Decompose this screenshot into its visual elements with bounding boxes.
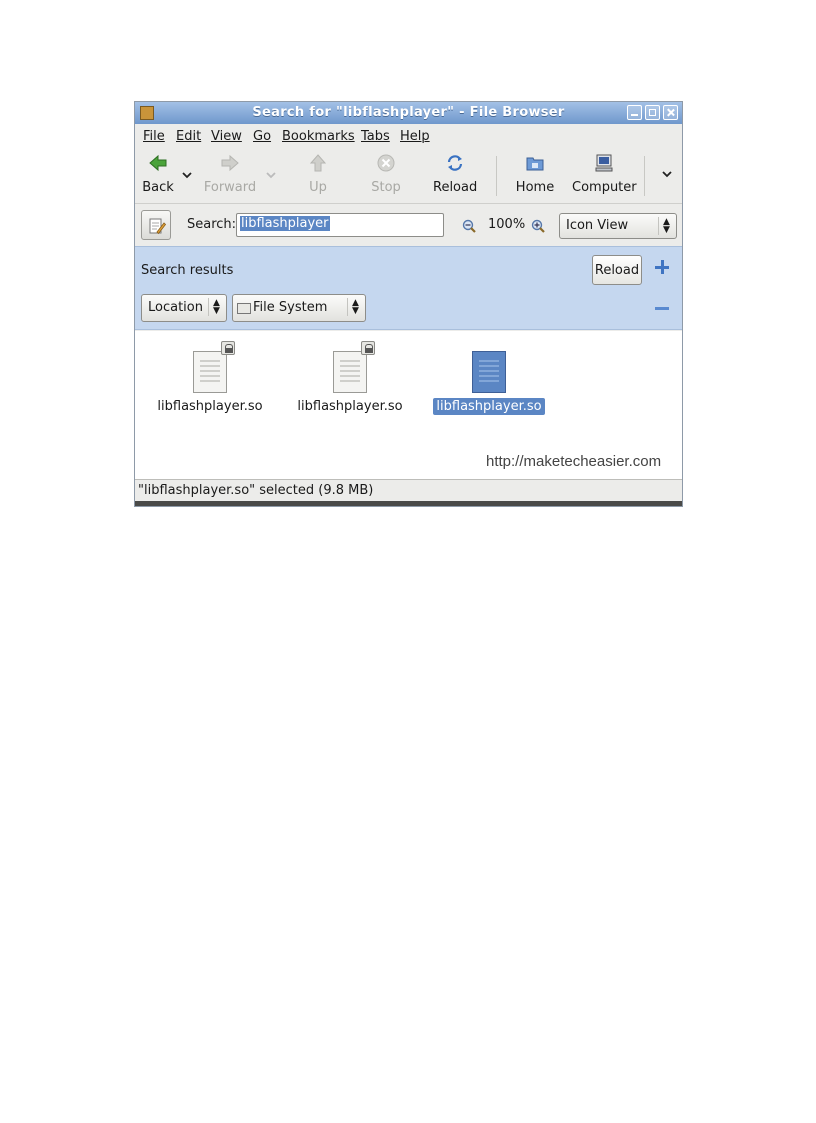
file-item-selected[interactable]: libflashplayer.so bbox=[424, 341, 554, 421]
maximize-button[interactable] bbox=[645, 105, 660, 120]
location-edit-button[interactable] bbox=[141, 210, 171, 240]
search-input[interactable]: libflashplayer bbox=[236, 213, 444, 237]
up-arrow-icon bbox=[309, 154, 327, 172]
menu-edit[interactable]: Edit bbox=[176, 129, 201, 144]
reload-toolbar-button[interactable]: Reload bbox=[433, 154, 477, 198]
zoom-in-icon[interactable] bbox=[531, 219, 545, 233]
status-bar: "libflashplayer.so" selected (9.8 MB) bbox=[135, 479, 682, 501]
menu-go[interactable]: Go bbox=[253, 129, 271, 144]
title-bar[interactable]: Search for "libflashplayer" - File Brows… bbox=[135, 102, 682, 124]
menu-bar: File Edit View Go Bookmarks Tabs Help bbox=[135, 124, 682, 148]
watermark: http://maketecheasier.com bbox=[486, 453, 662, 470]
view-mode-value: Icon View bbox=[566, 218, 629, 233]
criterion-type-value: Location bbox=[148, 300, 203, 315]
shared-library-file-icon bbox=[472, 351, 506, 393]
location-value-updown-icon: ▲ ▼ bbox=[347, 298, 363, 316]
toolbar-separator-2 bbox=[644, 156, 645, 196]
computer-label: Computer bbox=[572, 180, 637, 195]
search-input-value: libflashplayer bbox=[240, 216, 330, 231]
remove-criterion-icon[interactable] bbox=[655, 307, 669, 310]
lock-icon bbox=[361, 341, 375, 355]
menu-help[interactable]: Help bbox=[400, 129, 430, 144]
file-item[interactable]: libflashplayer.so bbox=[145, 341, 275, 421]
reload-toolbar-label: Reload bbox=[433, 180, 478, 195]
minimize-button[interactable] bbox=[627, 105, 642, 120]
home-folder-icon bbox=[526, 157, 544, 171]
shared-library-file-icon bbox=[333, 351, 367, 393]
search-reload-button[interactable]: Reload bbox=[592, 255, 642, 285]
status-text: "libflashplayer.so" selected (9.8 MB) bbox=[138, 483, 374, 498]
location-value: File System bbox=[253, 300, 328, 315]
back-history-chevron-icon[interactable] bbox=[182, 170, 192, 180]
file-name: libflashplayer.so bbox=[424, 398, 554, 415]
toolbar-overflow-chevron-icon[interactable] bbox=[662, 169, 672, 179]
up-button[interactable]: Up bbox=[300, 154, 336, 198]
search-bar: Search: libflashplayer 100% Icon View ▲ ▼ bbox=[135, 205, 682, 245]
forward-label: Forward bbox=[203, 180, 257, 195]
window-title: Search for "libflashplayer" - File Brows… bbox=[252, 105, 565, 120]
file-name: libflashplayer.so bbox=[157, 399, 263, 414]
forward-button[interactable]: Forward bbox=[201, 154, 259, 198]
home-label: Home bbox=[515, 180, 555, 195]
search-label: Search: bbox=[187, 217, 237, 232]
lock-icon bbox=[221, 341, 235, 355]
forward-arrow-icon bbox=[221, 154, 239, 172]
back-label: Back bbox=[142, 180, 174, 195]
home-button[interactable]: Home bbox=[515, 154, 555, 198]
reload-icon bbox=[447, 155, 463, 171]
criterion-type-updown-icon: ▲ ▼ bbox=[208, 298, 224, 316]
stop-label: Stop bbox=[371, 180, 401, 195]
file-icon-view[interactable]: libflashplayer.so libflashplayer.so libf… bbox=[135, 331, 682, 479]
view-select-updown-icon: ▲ ▼ bbox=[658, 217, 674, 235]
search-results-pane: Search results Reload Location ▲ ▼ File S… bbox=[135, 246, 682, 330]
menu-tabs[interactable]: Tabs bbox=[361, 129, 390, 144]
view-mode-select[interactable]: Icon View ▲ ▼ bbox=[559, 213, 677, 239]
shared-library-file-icon bbox=[193, 351, 227, 393]
back-button[interactable]: Back bbox=[139, 154, 177, 198]
menu-view[interactable]: View bbox=[211, 129, 242, 144]
menu-bookmarks[interactable]: Bookmarks bbox=[282, 129, 355, 144]
window-bottom-edge bbox=[135, 501, 682, 506]
search-results-title: Search results bbox=[141, 263, 234, 278]
drive-icon bbox=[237, 303, 251, 314]
zoom-level: 100% bbox=[488, 217, 526, 232]
computer-icon bbox=[595, 154, 613, 172]
back-arrow-icon bbox=[149, 154, 167, 172]
criterion-type-select[interactable]: Location ▲ ▼ bbox=[141, 294, 227, 322]
toolbar: Back Forward Up Stop Reload Home Compute bbox=[135, 148, 682, 204]
computer-button[interactable]: Computer bbox=[572, 154, 637, 198]
forward-history-chevron-icon[interactable] bbox=[266, 170, 276, 180]
menu-file[interactable]: File bbox=[143, 129, 165, 144]
file-name: libflashplayer.so bbox=[297, 399, 403, 414]
close-button[interactable] bbox=[663, 105, 678, 120]
edit-pencil-icon bbox=[149, 218, 166, 235]
file-item[interactable]: libflashplayer.so bbox=[285, 341, 415, 421]
stop-button[interactable]: Stop bbox=[366, 154, 406, 198]
stop-icon bbox=[377, 154, 395, 172]
up-label: Up bbox=[309, 180, 327, 195]
toolbar-separator bbox=[496, 156, 497, 196]
add-criterion-icon[interactable] bbox=[654, 259, 670, 275]
file-browser-window: Search for "libflashplayer" - File Brows… bbox=[134, 101, 683, 507]
zoom-out-icon[interactable] bbox=[462, 219, 476, 233]
location-value-select[interactable]: File System ▲ ▼ bbox=[232, 294, 366, 322]
